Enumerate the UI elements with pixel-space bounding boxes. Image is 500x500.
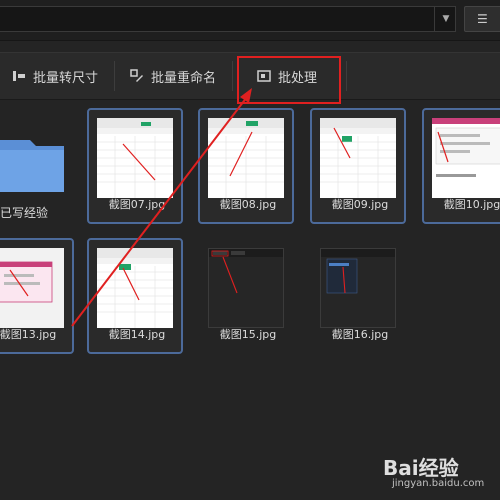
- annotation-arrow: [71, 88, 252, 327]
- watermark-url: jingyan.baidu.com: [392, 478, 485, 489]
- watermark-brand: Bai经验: [383, 456, 459, 480]
